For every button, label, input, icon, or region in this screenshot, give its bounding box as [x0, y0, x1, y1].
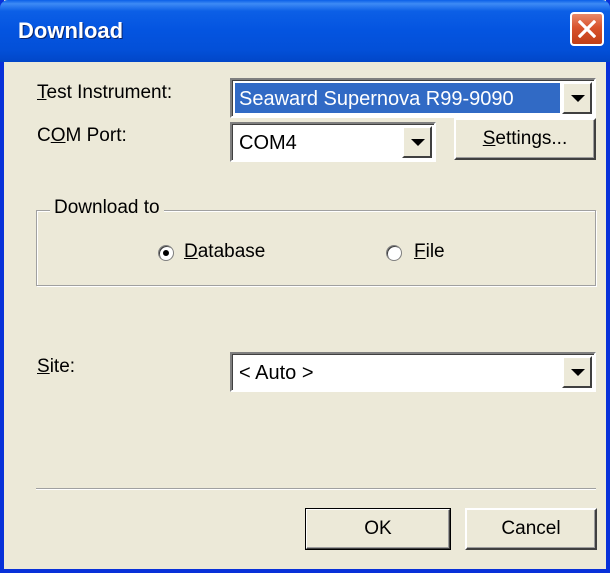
com-port-label: COM Port: — [37, 125, 127, 146]
title-bar[interactable]: Download — [0, 0, 610, 62]
site-label: Site: — [37, 356, 76, 377]
file-radio[interactable] — [386, 245, 402, 261]
chevron-down-icon[interactable] — [562, 82, 592, 114]
instrument-label: Test Instrument: — [37, 82, 173, 103]
settings-button[interactable]: Settings... — [454, 118, 596, 160]
com-port-value: COM4 — [239, 132, 297, 154]
chevron-down-icon[interactable] — [562, 356, 592, 388]
close-icon — [578, 20, 596, 38]
site-value: < Auto > — [239, 362, 314, 384]
instrument-value: Seaward Supernova R99-9090 — [235, 83, 560, 113]
cancel-button[interactable]: Cancel — [465, 508, 597, 550]
close-button[interactable] — [570, 12, 604, 46]
separator — [36, 488, 596, 490]
com-port-select[interactable]: COM4 — [230, 122, 436, 162]
radio-selected-dot — [163, 250, 169, 256]
instrument-select[interactable]: Seaward Supernova R99-9090 — [230, 78, 596, 118]
database-radio[interactable] — [158, 245, 174, 261]
site-select[interactable]: < Auto > — [230, 352, 596, 392]
chevron-down-icon[interactable] — [402, 126, 432, 158]
file-radio-label[interactable]: File — [414, 241, 445, 263]
window-title: Download — [18, 18, 124, 43]
database-radio-label[interactable]: Database — [184, 241, 265, 263]
ok-button[interactable]: OK — [305, 508, 451, 550]
download-to-legend: Download to — [50, 197, 164, 219]
download-to-group — [36, 210, 596, 286]
